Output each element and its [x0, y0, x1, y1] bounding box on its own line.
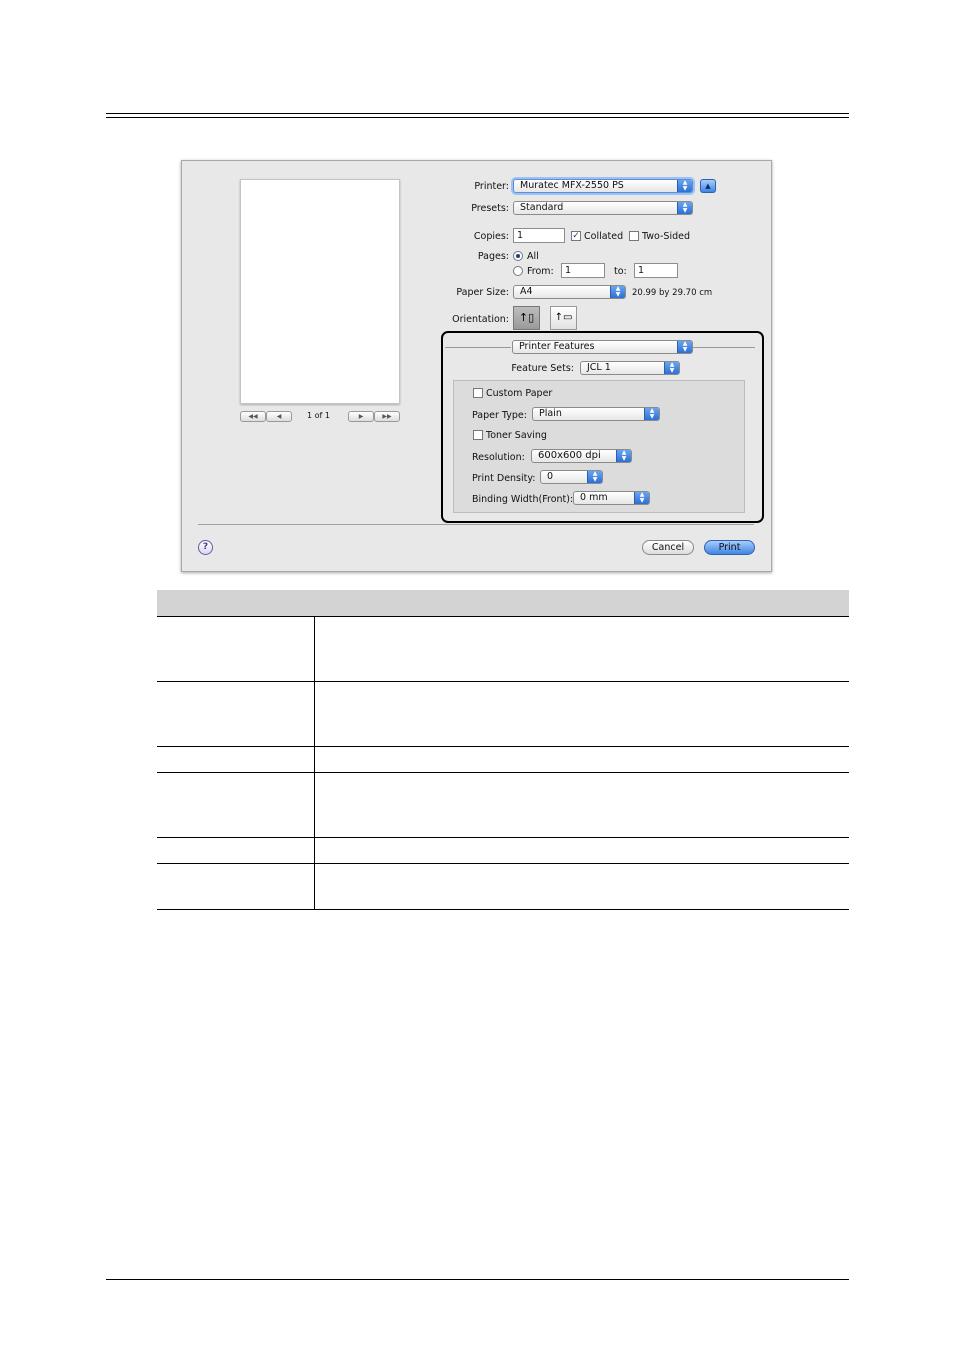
- paper-size-value: A4: [520, 286, 533, 297]
- section-popup[interactable]: Printer Features ▲ ▼: [512, 340, 693, 354]
- paper-size-label: Paper Size:: [456, 287, 509, 298]
- portrait-orientation-button[interactable]: ↑▯: [513, 306, 540, 330]
- landscape-orientation-button[interactable]: ↑▭: [550, 306, 577, 330]
- page-indicator: 1 of 1: [307, 411, 330, 420]
- pages-to-field[interactable]: 1: [634, 263, 678, 278]
- table-row: [157, 682, 849, 747]
- print-density-popup[interactable]: 0 ▲ ▼: [540, 470, 603, 484]
- popup-arrows-icon: ▲ ▼: [610, 286, 625, 298]
- copies-label: Copies:: [473, 231, 509, 242]
- pages-to-label: to:: [614, 266, 627, 277]
- pages-from-label: From:: [527, 266, 554, 277]
- presets-popup[interactable]: Standard ▲ ▼: [513, 201, 693, 215]
- section-divider-right: [693, 347, 755, 348]
- popup-arrows-icon: ▲ ▼: [664, 362, 679, 374]
- help-icon: ?: [202, 542, 209, 552]
- resolution-label: Resolution:: [472, 452, 525, 463]
- print-dialog: ◀◀ ◀ 1 of 1 ▶ ▶▶ Printer: Muratec MFX-25…: [181, 160, 772, 572]
- resolution-value: 600x600 dpi: [538, 450, 601, 461]
- bottom-separator: [198, 524, 754, 525]
- prev-page-button[interactable]: ◀: [266, 411, 292, 422]
- resolution-popup[interactable]: 600x600 dpi ▲ ▼: [531, 449, 632, 463]
- binding-width-popup[interactable]: 0 mm ▲ ▼: [573, 491, 650, 505]
- section-divider-left: [445, 347, 511, 348]
- first-page-button[interactable]: ◀◀: [240, 411, 266, 422]
- pages-all-radio[interactable]: [513, 251, 523, 261]
- copies-field[interactable]: 1: [513, 228, 565, 243]
- toner-saving-label: Toner Saving: [486, 430, 547, 441]
- popup-arrows-icon: ▲ ▼: [677, 202, 692, 214]
- section-popup-value: Printer Features: [519, 341, 595, 352]
- orientation-label: Orientation:: [452, 314, 509, 325]
- table-row: [157, 773, 849, 838]
- help-button[interactable]: ?: [198, 540, 213, 555]
- paper-dimensions: 20.99 by 29.70 cm: [632, 288, 713, 298]
- pages-from-field[interactable]: 1: [561, 263, 605, 278]
- popup-arrows-icon: ▲ ▼: [587, 471, 602, 483]
- paper-size-popup[interactable]: A4 ▲ ▼: [513, 285, 626, 299]
- pages-label: Pages:: [477, 251, 509, 262]
- two-sided-label: Two-Sided: [642, 231, 690, 242]
- feature-sets-value: JCL 1: [587, 362, 611, 373]
- collated-label: Collated: [584, 231, 624, 242]
- table-row: [157, 838, 849, 864]
- binding-width-value: 0 mm: [580, 492, 608, 503]
- table-row: [157, 747, 849, 773]
- top-rule-thin: [106, 117, 849, 118]
- disclosure-up-icon: ▲: [705, 182, 711, 190]
- table-row: [157, 864, 849, 910]
- table-row: [157, 617, 849, 682]
- settings-table: [157, 590, 849, 910]
- print-density-value: 0: [547, 471, 554, 482]
- next-page-button[interactable]: ▶: [348, 411, 374, 422]
- feature-sets-popup[interactable]: JCL 1 ▲ ▼: [580, 361, 680, 375]
- popup-arrows-icon: ▲ ▼: [616, 450, 631, 462]
- binding-width-label: Binding Width(Front):: [472, 494, 574, 505]
- popup-arrows-icon: ▲ ▼: [677, 180, 692, 192]
- presets-label: Presets:: [471, 203, 509, 214]
- pages-from-radio[interactable]: [513, 266, 523, 276]
- popup-arrows-icon: ▲ ▼: [644, 408, 659, 420]
- cancel-button[interactable]: Cancel: [642, 540, 694, 555]
- custom-paper-label: Custom Paper: [486, 388, 553, 399]
- printer-popup[interactable]: Muratec MFX-2550 PS ▲ ▼: [513, 179, 693, 193]
- last-page-button[interactable]: ▶▶: [374, 411, 400, 422]
- print-density-label: Print Density:: [472, 473, 536, 484]
- paper-type-popup[interactable]: Plain ▲ ▼: [532, 407, 660, 421]
- paper-type-label: Paper Type:: [472, 410, 527, 421]
- table-column-divider: [314, 617, 315, 910]
- collapse-dialog-button[interactable]: ▲: [700, 179, 716, 193]
- collated-checkbox[interactable]: ✓: [571, 231, 581, 241]
- print-button[interactable]: Print: [704, 540, 755, 555]
- paper-type-value: Plain: [539, 408, 562, 419]
- printer-value: Muratec MFX-2550 PS: [520, 180, 624, 191]
- feature-sets-label: Feature Sets:: [511, 363, 574, 374]
- custom-paper-checkbox[interactable]: [473, 388, 483, 398]
- toner-saving-checkbox[interactable]: [473, 430, 483, 440]
- printer-label: Printer:: [474, 181, 509, 192]
- popup-arrows-icon: ▲ ▼: [677, 341, 692, 353]
- top-rule: [106, 113, 849, 114]
- table-header-row: [157, 590, 849, 617]
- pages-all-label: All: [527, 251, 539, 262]
- page-preview: [240, 179, 400, 404]
- two-sided-checkbox[interactable]: [629, 231, 639, 241]
- presets-value: Standard: [520, 202, 564, 213]
- landscape-icon: ↑▭: [554, 312, 573, 323]
- popup-arrows-icon: ▲ ▼: [634, 492, 649, 504]
- portrait-icon: ↑▯: [518, 311, 535, 324]
- bottom-rule: [106, 1279, 849, 1280]
